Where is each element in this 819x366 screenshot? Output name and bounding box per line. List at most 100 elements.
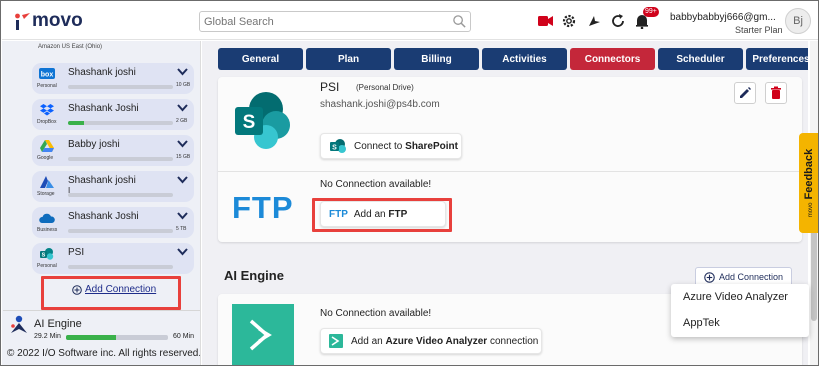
chevron-down-icon[interactable] bbox=[177, 248, 188, 256]
sidebar: Amazon US East (Ohio) box Personal Shashan… bbox=[2, 41, 201, 365]
sidebar-cut-item: Amazon US East (Ohio) bbox=[38, 44, 103, 50]
account-type: Personal bbox=[37, 83, 57, 89]
brand-logo[interactable]: movo bbox=[14, 9, 83, 33]
google-drive-icon bbox=[39, 139, 55, 152]
avatar[interactable]: Bj bbox=[785, 8, 811, 34]
notification-badge: 99+ bbox=[643, 7, 659, 17]
feedback-tab[interactable]: movo Feedback bbox=[799, 133, 818, 233]
add-azure-suffix: connection bbox=[487, 335, 539, 347]
ai-engine-used: 29.2 Min bbox=[34, 333, 61, 340]
ai-engine-max: 60 Min bbox=[173, 333, 195, 340]
account-card[interactable]: Storage Shashank joshi I bbox=[32, 171, 194, 202]
tab-general[interactable]: General bbox=[218, 48, 303, 70]
chevron-down-icon[interactable] bbox=[177, 212, 188, 220]
search-icon[interactable] bbox=[452, 14, 467, 29]
refresh-icon[interactable] bbox=[609, 12, 627, 30]
svg-text:S: S bbox=[332, 145, 337, 152]
azure-video-analyzer-icon bbox=[329, 334, 343, 348]
sharepoint-small-icon: S bbox=[330, 139, 346, 153]
dropdown-item-apptek[interactable]: AppTek bbox=[683, 317, 720, 329]
account-usage-bar bbox=[68, 121, 173, 125]
sharepoint-icon: S bbox=[39, 247, 55, 260]
trash-icon bbox=[771, 86, 781, 99]
top-header: movo 99+ babbybabbyj666@gm... Starter Pl… bbox=[2, 2, 818, 40]
chevron-down-icon[interactable] bbox=[177, 68, 188, 76]
storage-icon bbox=[39, 175, 55, 188]
account-size: 5 TB bbox=[176, 226, 187, 232]
account-size: 10 GB bbox=[176, 82, 191, 88]
account-name: Shashank Joshi bbox=[68, 103, 139, 114]
theme-toggle-icon[interactable] bbox=[585, 12, 603, 30]
pencil-icon bbox=[740, 87, 751, 98]
azure-video-analyzer-logo bbox=[232, 304, 294, 365]
connect-prefix: Connect to bbox=[354, 140, 406, 152]
video-camera-icon[interactable] bbox=[537, 12, 555, 30]
tab-preferences[interactable]: Preferences bbox=[746, 48, 808, 70]
global-search[interactable] bbox=[199, 11, 471, 32]
copyright: © 2022 I/O Software inc. All rights rese… bbox=[7, 348, 201, 359]
sharepoint-logo: S bbox=[235, 92, 290, 149]
account-name: PSI bbox=[68, 247, 85, 258]
account-type: Storage bbox=[37, 191, 55, 197]
svg-text:S: S bbox=[243, 112, 256, 133]
account-card[interactable]: S Personal PSI bbox=[32, 243, 194, 274]
account-card[interactable]: box Personal Shashank joshi 10 GB bbox=[32, 63, 194, 94]
feedback-label: movo Feedback bbox=[803, 149, 815, 217]
ai-engine-title: AI Engine bbox=[224, 268, 284, 283]
gear-icon[interactable] bbox=[560, 12, 578, 30]
account-name: Shashank joshi bbox=[68, 67, 136, 78]
highlight-box-add-connection bbox=[41, 276, 181, 310]
chevron-down-icon[interactable] bbox=[177, 176, 188, 184]
account-card[interactable]: Business Shashank Joshi 5 TB bbox=[32, 207, 194, 238]
bell-icon[interactable]: 99+ bbox=[633, 7, 659, 30]
add-azure-video-analyzer-button[interactable]: Add an Azure Video Analyzer connection bbox=[320, 328, 542, 354]
tab-activities[interactable]: Activities bbox=[482, 48, 567, 70]
onedrive-icon bbox=[39, 211, 55, 224]
account-usage-bar bbox=[68, 265, 173, 269]
svg-text:box: box bbox=[41, 72, 54, 79]
chevron-down-icon[interactable] bbox=[177, 140, 188, 148]
account-usage-bar bbox=[68, 157, 173, 161]
connection-email: shashank.joshi@ps4b.com bbox=[320, 99, 440, 110]
ai-engine-usage-fill bbox=[66, 335, 116, 340]
box-icon: box bbox=[39, 67, 55, 80]
user-email[interactable]: babbybabbyj666@gm... bbox=[670, 12, 776, 23]
dropdown-item-azure-video-analyzer[interactable]: Azure Video Analyzer bbox=[683, 291, 788, 303]
svg-text:S: S bbox=[42, 252, 46, 258]
connect-sharepoint-button[interactable]: S Connect to SharePoint bbox=[320, 133, 462, 159]
ai-no-connection: No Connection available! bbox=[320, 308, 432, 319]
card-divider bbox=[218, 171, 802, 172]
ai-add-connection-label: Add Connection bbox=[718, 272, 784, 282]
chevron-down-icon[interactable] bbox=[177, 104, 188, 112]
account-type: DropBox bbox=[37, 119, 57, 125]
account-usage-bar bbox=[68, 85, 173, 89]
ai-engine-usage-bar bbox=[66, 335, 168, 340]
account-type: Personal bbox=[37, 263, 57, 269]
tab-plan[interactable]: Plan bbox=[306, 48, 391, 70]
account-name: Babby joshi bbox=[68, 139, 120, 150]
account-card[interactable]: Google Babby joshi 15 GB bbox=[32, 135, 194, 166]
ftp-no-connection: No Connection available! bbox=[320, 179, 432, 190]
tab-connectors[interactable]: Connectors bbox=[570, 48, 655, 70]
tab-scheduler[interactable]: Scheduler bbox=[658, 48, 743, 70]
ai-connection-dropdown: Azure Video Analyzer AppTek bbox=[671, 284, 809, 337]
connector-card: S PSI (Personal Drive) shashank.joshi@ps… bbox=[218, 77, 802, 242]
search-input[interactable] bbox=[200, 12, 440, 31]
app-window: movo 99+ babbybabbyj666@gm... Starter Pl… bbox=[0, 0, 819, 366]
connection-note: (Personal Drive) bbox=[356, 83, 414, 92]
plus-circle-icon bbox=[704, 271, 715, 283]
connection-name: PSI bbox=[320, 80, 340, 94]
feedback-brand: movo bbox=[808, 202, 814, 218]
account-name: Shashank Joshi bbox=[68, 211, 139, 222]
edit-button[interactable] bbox=[734, 82, 756, 104]
ftp-logo: FTP bbox=[232, 190, 294, 225]
ai-engine-label: AI Engine bbox=[34, 318, 82, 330]
tab-billing[interactable]: Billing bbox=[394, 48, 479, 70]
highlight-box-add-ftp bbox=[312, 198, 452, 232]
account-name: Shashank joshi bbox=[68, 175, 136, 186]
delete-button[interactable] bbox=[765, 82, 787, 104]
account-usage-fill bbox=[68, 121, 84, 125]
account-card[interactable]: DropBox Shashank Joshi 2 GB bbox=[32, 99, 194, 130]
account-type: Google bbox=[37, 155, 54, 161]
logo-text: movo bbox=[32, 10, 83, 31]
